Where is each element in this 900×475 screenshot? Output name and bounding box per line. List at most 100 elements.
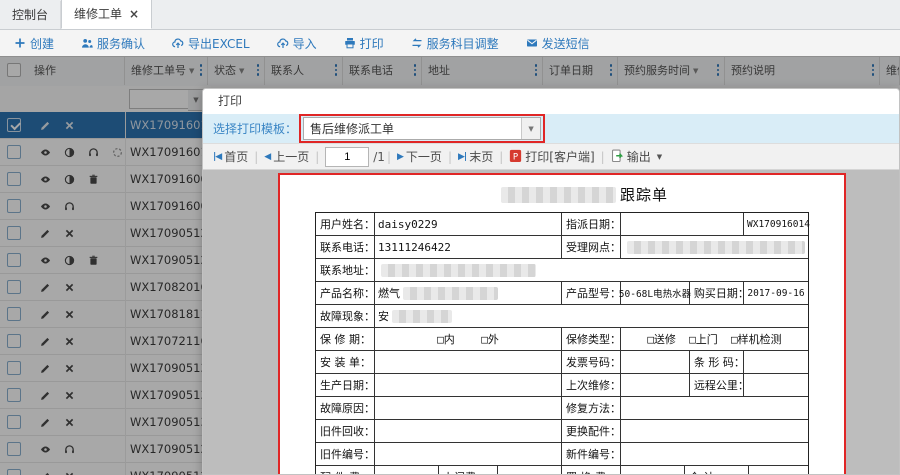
pager-separator: | bbox=[448, 150, 452, 164]
form-label-cell: 故障现象： bbox=[316, 305, 375, 327]
censored-block bbox=[403, 287, 498, 300]
form-label-cell: 指派日期： bbox=[562, 213, 621, 235]
form-cell-text: 条 形 码： bbox=[694, 354, 745, 370]
app-root: 控制台维修工单× 创建服务确认导出EXCEL导入打印服务科目调整发送短信 操作维… bbox=[0, 0, 900, 475]
pager-button-label: 输出 bbox=[627, 148, 651, 165]
template-select[interactable]: 售后维修派工单 ▼ bbox=[303, 117, 541, 140]
form-value-cell bbox=[749, 466, 808, 475]
form-cell-text: 联系地址： bbox=[320, 262, 375, 278]
form-row: 故障现象：安 bbox=[316, 305, 808, 328]
prev-page-icon: ◀ bbox=[264, 152, 270, 162]
form-cell-text: 生产日期： bbox=[320, 377, 375, 393]
toolbar-button-label: 导入 bbox=[293, 35, 317, 52]
form-cell-text: 燃气 bbox=[378, 285, 400, 301]
form-label-cell: 上门费： bbox=[439, 466, 498, 475]
template-label: 选择打印模板： bbox=[213, 120, 297, 137]
template-select-value: 售后维修派工单 bbox=[304, 120, 394, 137]
chevron-down-icon[interactable]: ▼ bbox=[521, 118, 540, 139]
form-value-cell: 燃气 bbox=[375, 282, 562, 304]
toolbar-button-服务确认[interactable]: 服务确认 bbox=[81, 35, 145, 52]
pager-separator: | bbox=[387, 150, 391, 164]
chevron-down-icon: ▼ bbox=[657, 153, 662, 161]
print-preview-paper: 跟踪单 用户姓名：daisy0229指派日期：WX170916014联系电话：1… bbox=[278, 173, 846, 475]
form-value-cell: 安 bbox=[375, 305, 808, 327]
form-row: 安 装 单： 发票号码： 条 形 码： bbox=[316, 351, 808, 374]
pager-button-label: 首页 bbox=[224, 148, 248, 165]
pager-last-button[interactable]: ▶|末页 bbox=[458, 148, 493, 165]
toolbar-button-打印[interactable]: 打印 bbox=[344, 35, 384, 52]
plus-icon bbox=[14, 37, 26, 49]
toolbar-button-导出EXCEL[interactable]: 导出EXCEL bbox=[172, 35, 250, 52]
form-value-cell: daisy0229 bbox=[375, 213, 562, 235]
form-label-cell: 条 形 码： bbox=[690, 351, 744, 373]
form-cell-text: 上次维修： bbox=[566, 377, 621, 393]
censored-block bbox=[381, 264, 536, 277]
form-cell-text: 产品名称： bbox=[320, 285, 375, 301]
form-cell-text: 配 件 费： bbox=[320, 469, 371, 475]
form-cell-text: 发票号码： bbox=[566, 354, 621, 370]
form-label-cell: 受理网点： bbox=[562, 236, 621, 258]
toolbar: 创建 服务确认 导出EXCEL 导入 打印 服务科目调整 发送短信 bbox=[0, 30, 900, 57]
form-cell-text: 新件编号： bbox=[566, 446, 621, 462]
tab-work-orders[interactable]: 维修工单× bbox=[61, 0, 152, 29]
form-row: 生产日期： 上次维修： 远程公里： bbox=[316, 374, 808, 397]
form-cell-text: 合 计： bbox=[689, 469, 726, 475]
form-label-cell: 联系电话： bbox=[316, 236, 375, 258]
pager-export-button[interactable]: 输出 ▼ bbox=[611, 148, 662, 165]
form-cell-text: 联系电话： bbox=[320, 239, 375, 255]
form-title: 跟踪单 bbox=[280, 184, 844, 205]
form-cell-text: 置 换 费： bbox=[566, 469, 617, 475]
pager-first-button[interactable]: |◀首页 bbox=[213, 148, 248, 165]
pager-prev-button[interactable]: ◀上一页 bbox=[264, 148, 309, 165]
tab-console[interactable]: 控制台 bbox=[0, 1, 61, 29]
close-tab-icon[interactable]: × bbox=[129, 8, 139, 20]
form-label-cell: 保修类型： bbox=[562, 328, 621, 350]
form-label-cell: 置 换 费： bbox=[562, 466, 621, 475]
print-dialog: 打印 选择打印模板： 售后维修派工单 ▼ |◀首页|◀上一页|/1|▶下一页|▶… bbox=[202, 88, 900, 475]
censored-block bbox=[627, 241, 805, 254]
form-value-cell bbox=[621, 420, 808, 442]
page-number-input[interactable] bbox=[325, 147, 369, 167]
toolbar-button-label: 发送短信 bbox=[542, 35, 590, 52]
form-value-cell: 50-68L电热水器 bbox=[621, 282, 690, 304]
next-page-icon: ▶ bbox=[397, 152, 403, 162]
form-label-cell: 上次维修： bbox=[562, 374, 621, 396]
toolbar-button-label: 服务科目调整 bbox=[427, 35, 499, 52]
form-label-cell: 新件编号： bbox=[562, 443, 621, 465]
form-label-cell: 安 装 单： bbox=[316, 351, 375, 373]
form-value-cell: □送修 □上门 □样机检测 bbox=[621, 328, 808, 350]
form-cell-text: 旧件回收： bbox=[320, 423, 375, 439]
form-value-cell bbox=[375, 259, 808, 281]
toolbar-button-导入[interactable]: 导入 bbox=[277, 35, 317, 52]
first-page-icon: |◀ bbox=[213, 152, 221, 162]
form-value-cell bbox=[744, 374, 808, 396]
pager-next-button[interactable]: ▶下一页 bbox=[397, 148, 442, 165]
last-page-icon: ▶| bbox=[458, 152, 466, 162]
form-row: 保 修 期：□内 □外保修类型：□送修 □上门 □样机检测 bbox=[316, 328, 808, 351]
pager-button-label: 上一页 bbox=[273, 148, 309, 165]
cloud-upload-icon bbox=[172, 37, 184, 49]
form-cell-text: 2017-09-16 bbox=[747, 288, 804, 299]
form-value-cell: 2017-09-16 bbox=[744, 282, 808, 304]
form-value-cell bbox=[621, 443, 808, 465]
form-cell-text: 购买日期： bbox=[694, 285, 749, 301]
cloud-upload-icon bbox=[277, 37, 289, 49]
toolbar-button-创建[interactable]: 创建 bbox=[14, 35, 54, 52]
form-label-cell: 产品名称： bbox=[316, 282, 375, 304]
form-cell-text: 50-68L电热水器 bbox=[619, 286, 691, 300]
toolbar-button-服务科目调整[interactable]: 服务科目调整 bbox=[411, 35, 499, 52]
pager-button-label: 打印[客户端] bbox=[525, 148, 594, 165]
form-label-cell: 远程公里： bbox=[690, 374, 744, 396]
form-value-cell bbox=[621, 351, 690, 373]
form-value-cell bbox=[621, 213, 744, 235]
form-cell-text: daisy0229 bbox=[378, 218, 438, 231]
form-cell-text: 远程公里： bbox=[694, 377, 749, 393]
pager-pdf-button[interactable]: P打印[客户端] bbox=[509, 148, 594, 165]
exchange-icon bbox=[411, 37, 423, 49]
toolbar-button-label: 导出EXCEL bbox=[188, 35, 250, 52]
form-cell-text: □送修 □上门 □样机检测 bbox=[647, 331, 781, 347]
tracking-form-table: 用户姓名：daisy0229指派日期：WX170916014联系电话：13111… bbox=[315, 212, 809, 475]
form-cell-text: 修复方法： bbox=[566, 400, 621, 416]
pdf-icon: P bbox=[509, 149, 522, 165]
toolbar-button-发送短信[interactable]: 发送短信 bbox=[526, 35, 590, 52]
